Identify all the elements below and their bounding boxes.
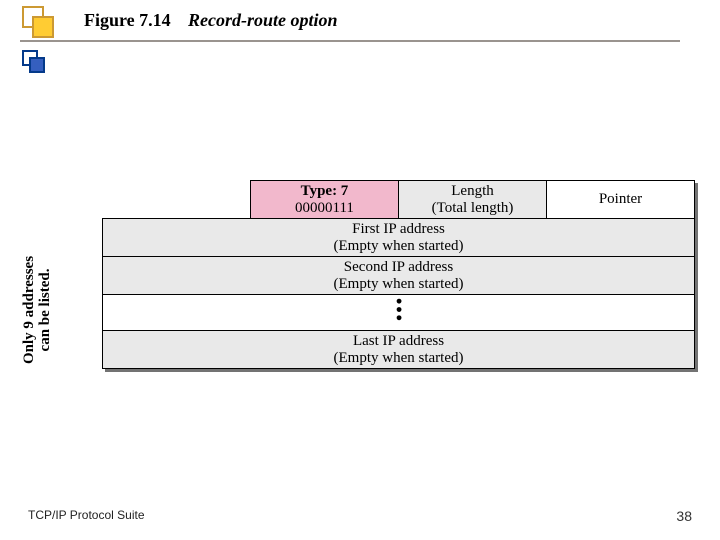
sub-bullet-icon (22, 50, 48, 76)
table-row: Last IP address (Empty when started) (103, 331, 695, 369)
pointer-label: Pointer (599, 191, 642, 207)
slide: Figure 7.14 Record-route option Only 9 a… (0, 0, 720, 540)
header-bullet-icon (22, 6, 56, 40)
addrN-title: Last IP address (353, 333, 444, 349)
type-label: Type: 7 (301, 183, 349, 199)
addr1-title: First IP address (352, 221, 445, 237)
page-number: 38 (676, 508, 692, 524)
length-label: Length (451, 183, 494, 199)
table-header-row: Type: 7 00000111 Length (Total length) P… (103, 181, 695, 219)
table-row: Second IP address (Empty when started) (103, 257, 695, 295)
length-cell: Length (Total length) (399, 181, 547, 219)
addrN-sub: (Empty when started) (107, 350, 690, 367)
addr2-sub: (Empty when started) (107, 276, 690, 293)
side-note-line2: can be listed. (38, 235, 54, 385)
option-format-table: Type: 7 00000111 Length (Total length) P… (102, 180, 695, 369)
figure-number: Figure 7.14 (84, 10, 171, 31)
table-row: First IP address (Empty when started) (103, 219, 695, 257)
footer-source: TCP/IP Protocol Suite (28, 508, 145, 522)
figure-title: Record-route option (188, 10, 338, 31)
type-bits: 00000111 (255, 200, 394, 217)
ellipsis-row: ••• (103, 301, 695, 325)
dots-icon: ••• (394, 298, 403, 323)
addr1-sub: (Empty when started) (107, 238, 690, 255)
addr2-title: Second IP address (344, 259, 453, 275)
type-cell: Type: 7 00000111 (251, 181, 399, 219)
pointer-cell: Pointer (547, 181, 695, 219)
side-note-line1: Only 9 addresses (22, 235, 38, 385)
length-sub: (Total length) (403, 200, 542, 217)
header-rule (20, 40, 680, 42)
